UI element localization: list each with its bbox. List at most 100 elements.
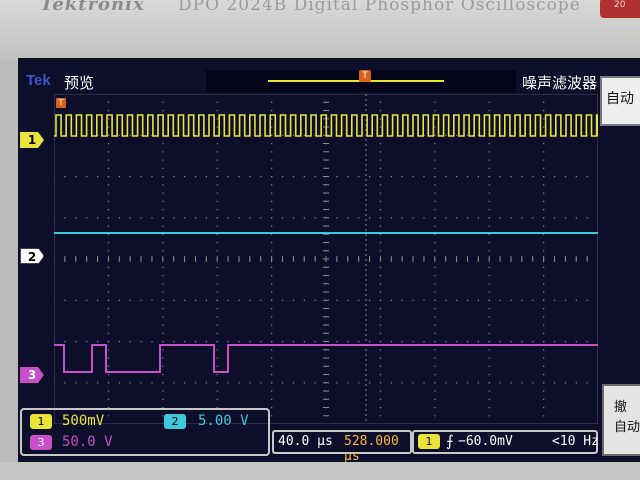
grid-dot <box>434 167 436 169</box>
grid-dot <box>162 250 164 252</box>
ch1-badge[interactable]: 1 <box>30 414 52 429</box>
ch3-badge[interactable]: 3 <box>30 435 52 450</box>
grid-dot <box>543 143 545 145</box>
grid-dot <box>64 382 66 384</box>
grid-dot <box>379 283 382 285</box>
grid-dot <box>216 332 218 334</box>
grid-dot <box>434 407 436 409</box>
grid-dot <box>162 332 164 334</box>
grid-dot <box>271 217 273 219</box>
horizontal-position: 528.000 μs <box>344 434 399 462</box>
grid-dot <box>379 398 382 400</box>
grid-dot <box>194 341 197 343</box>
grid-dot <box>358 299 360 301</box>
grid-dot <box>488 349 490 351</box>
grid-dot <box>97 299 99 301</box>
grid-dot <box>379 242 382 244</box>
ch3-scale: 50.0 V <box>62 434 113 450</box>
grid-dot <box>488 308 490 310</box>
rising-edge-icon: ⨍ <box>446 432 454 450</box>
grid-dot <box>107 308 110 310</box>
grid-dot <box>434 242 436 244</box>
grid-dot <box>260 382 262 384</box>
grid-dot <box>379 118 382 120</box>
trigger-position-marker[interactable]: T <box>359 70 371 82</box>
grid-dot <box>86 176 88 178</box>
grid-dot <box>271 365 273 367</box>
grid-dot <box>249 176 251 178</box>
grid-dot <box>369 382 371 384</box>
grid-dot <box>379 332 382 334</box>
grid-dot <box>543 250 545 252</box>
ch2-badge[interactable]: 2 <box>164 414 186 429</box>
grid-dot <box>129 134 131 136</box>
grid-dot <box>216 266 218 268</box>
grid-dot <box>543 209 545 211</box>
grid-dot <box>205 176 208 178</box>
grid-dot <box>162 184 164 186</box>
grid-dot <box>107 209 110 211</box>
grid-dot <box>249 341 251 343</box>
grid-dot <box>107 316 110 318</box>
grid-dot <box>216 398 218 400</box>
grid-dot <box>75 382 77 384</box>
grid-dot <box>107 299 110 301</box>
grid-dot <box>336 382 338 384</box>
grid-dot <box>543 110 545 112</box>
trigger-level: −60.0mV <box>458 434 513 449</box>
grid-dot <box>488 382 490 384</box>
grid-dot <box>271 291 273 293</box>
grid-dot <box>553 217 556 219</box>
grid-dot <box>499 176 501 178</box>
ch2-ground-marker[interactable]: 2 <box>20 248 44 264</box>
grid-dot <box>445 134 447 136</box>
trigger-source-badge[interactable]: 1 <box>418 434 440 449</box>
grid-dot <box>260 176 262 178</box>
grid-dot <box>401 382 403 384</box>
grid-dot <box>162 316 164 318</box>
grid-dot <box>369 299 371 301</box>
grid-dot <box>162 192 164 194</box>
grid-dot <box>553 382 556 384</box>
grid-dot <box>466 217 469 219</box>
grid-dot <box>521 382 523 384</box>
grid-dot <box>379 143 382 145</box>
grid-dot <box>271 184 273 186</box>
grid-dot <box>216 242 218 244</box>
grid-dot <box>369 176 371 178</box>
grid-dot <box>107 349 110 351</box>
grid-dot <box>303 217 305 219</box>
side-menu-undo-auto-button[interactable]: 撤 自动 <box>602 384 640 456</box>
grid-dot <box>347 382 349 384</box>
grid-dot <box>434 209 436 211</box>
grid-dot <box>216 308 218 310</box>
trigger-frequency: <10 Hz <box>552 434 599 449</box>
grid-dot <box>379 250 382 252</box>
grid-dot <box>118 217 120 219</box>
grid-dot <box>314 382 316 384</box>
grid-dot <box>271 118 273 120</box>
grid-dot <box>553 299 556 301</box>
grid-dot <box>292 134 295 136</box>
grid-dot <box>271 126 273 128</box>
grid-dot <box>466 341 469 343</box>
grid-dot <box>249 299 251 301</box>
side-menu-auto-button[interactable]: 自动 <box>600 76 640 126</box>
grid-dot <box>434 200 436 202</box>
trigger-level-marker[interactable]: T <box>56 98 66 108</box>
grid-dot <box>216 390 218 392</box>
horizontal-readout: 40.0 μs 528.000 μs <box>272 430 412 462</box>
grid-dot <box>521 341 523 343</box>
ch1-ground-marker[interactable]: 1 <box>20 132 44 148</box>
grid-dot <box>184 299 186 301</box>
grid-dot <box>379 349 382 351</box>
grid-dot <box>238 299 240 301</box>
grid-dot <box>456 382 458 384</box>
ch3-ground-marker[interactable]: 3 <box>20 367 44 383</box>
ch2-scale: 5.00 V <box>198 413 249 429</box>
grid-dot <box>379 382 382 384</box>
grid-dot <box>216 275 218 277</box>
grid-dot <box>586 176 588 178</box>
grid-dot <box>336 217 338 219</box>
grid-dot <box>129 299 131 301</box>
